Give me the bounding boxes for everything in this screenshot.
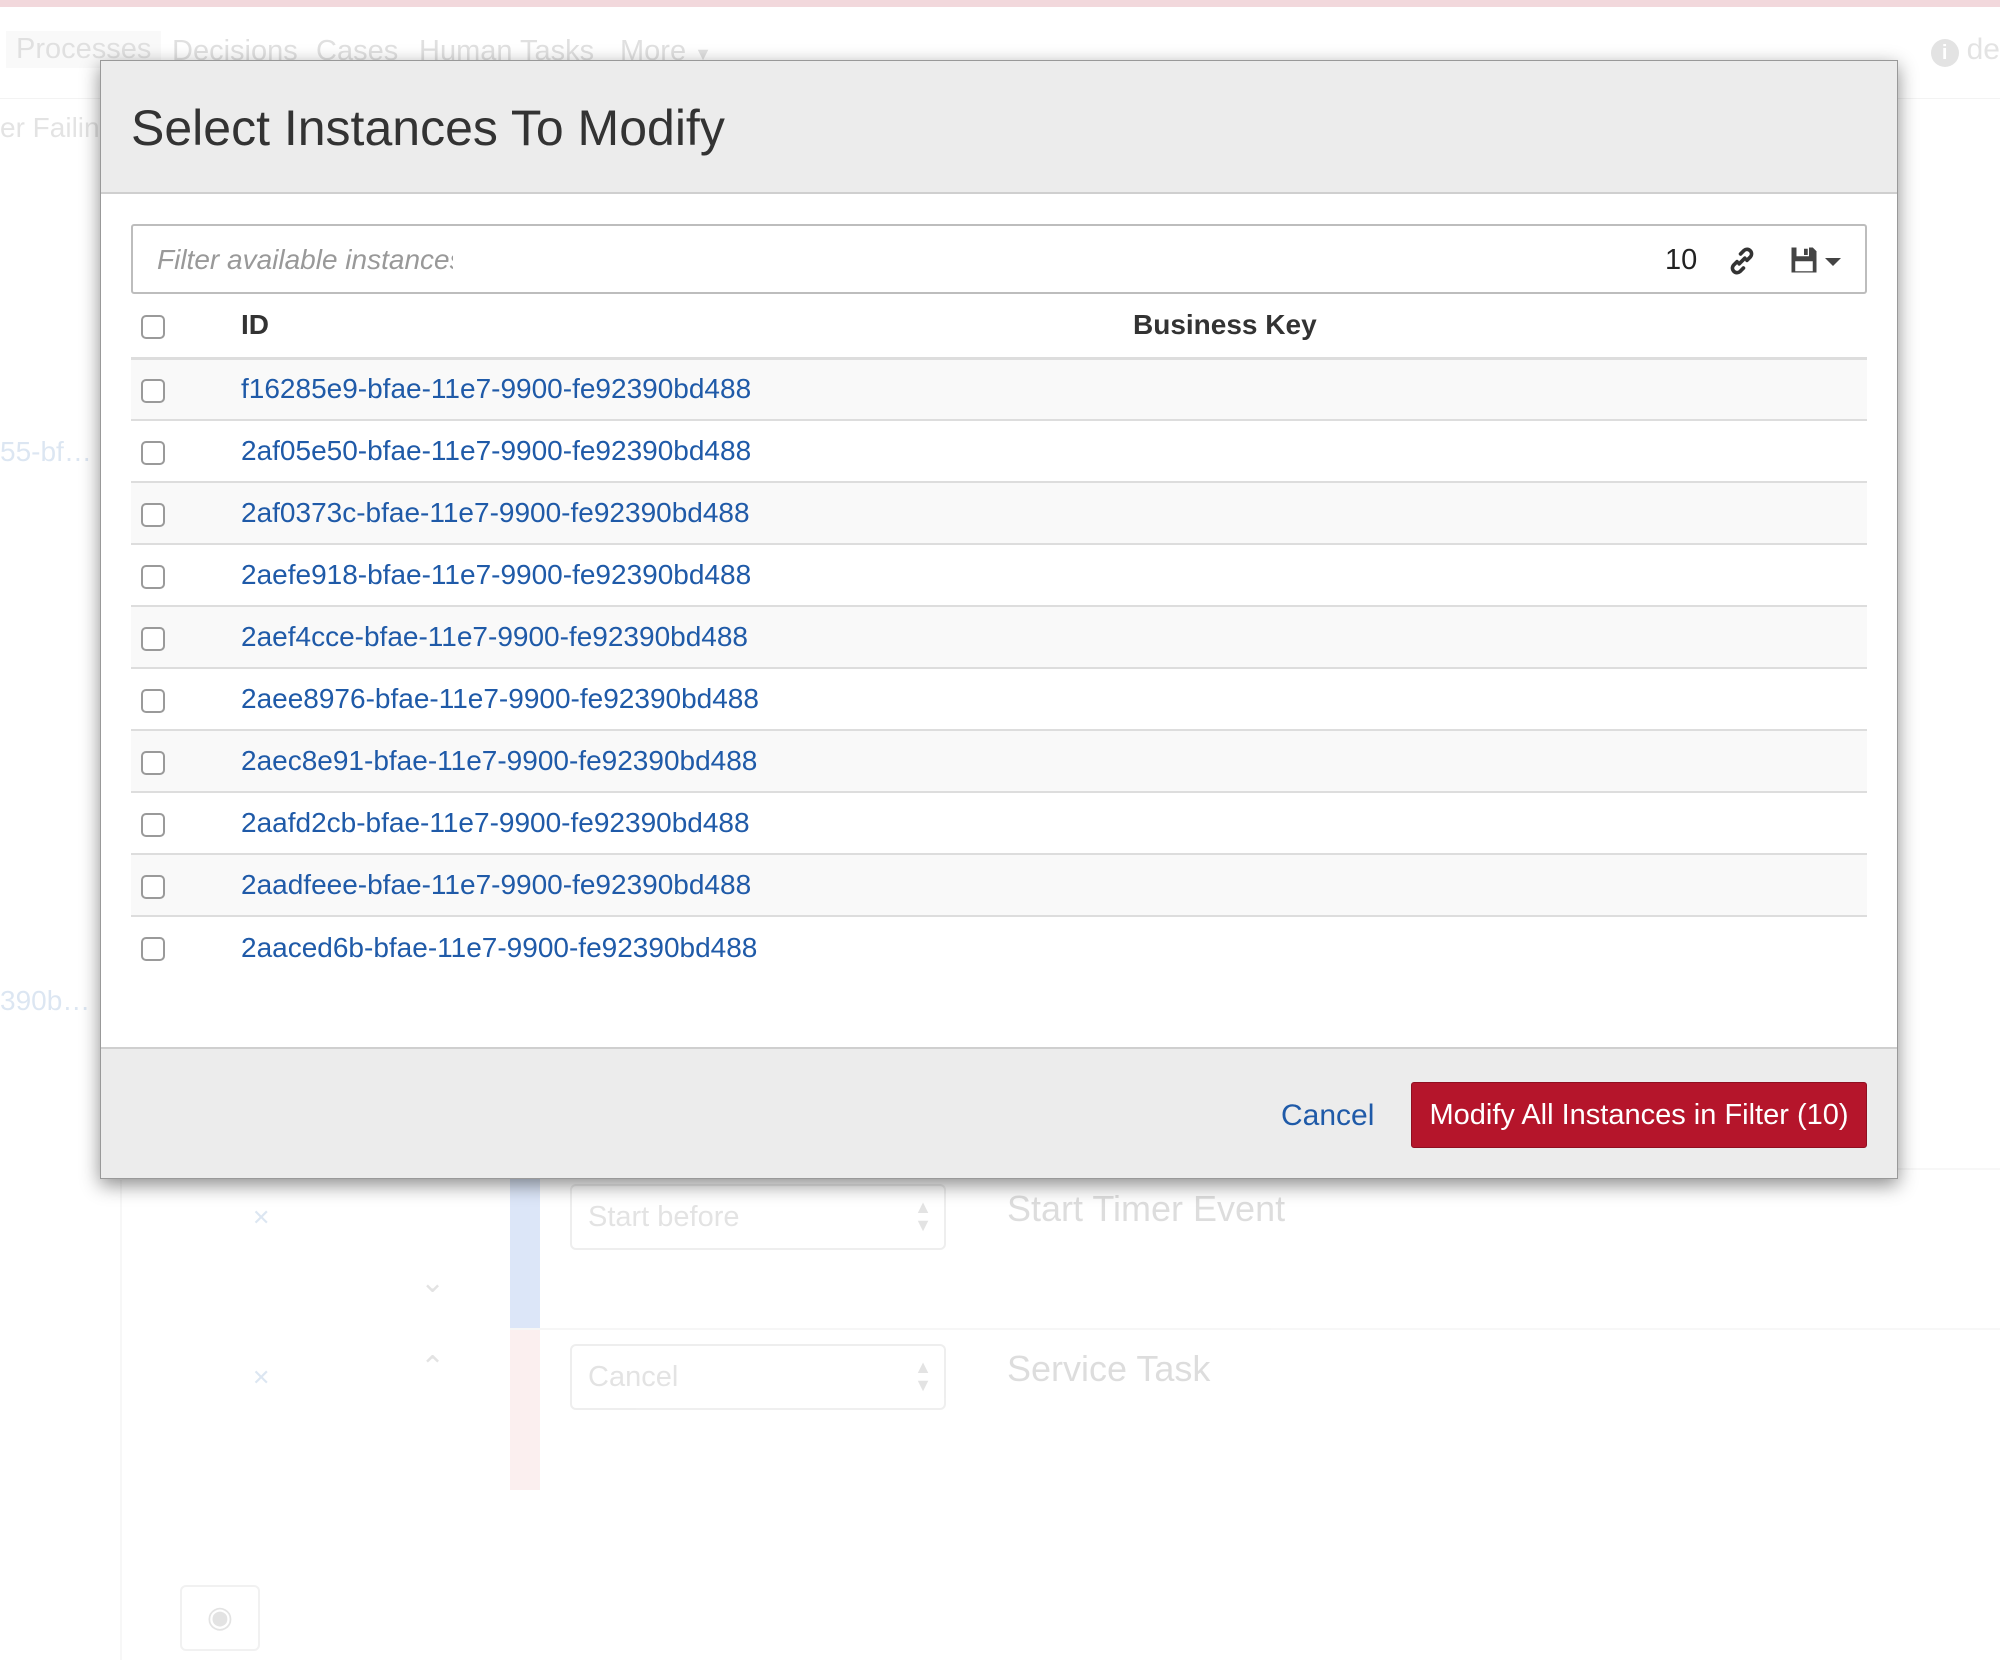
select-all-checkbox[interactable] bbox=[141, 314, 165, 339]
save-icon[interactable] bbox=[1789, 245, 1819, 275]
row-checkbox[interactable] bbox=[141, 688, 165, 713]
instance-id-cell: 2aef4cce-bfae-11e7-9900-fe92390bd488 bbox=[241, 605, 1133, 668]
business-key-column-header[interactable]: Business Key bbox=[1133, 294, 1867, 360]
table-row[interactable]: 2aec8e91-bfae-11e7-9900-fe92390bd488 bbox=[131, 729, 1867, 792]
row-checkbox-cell bbox=[131, 605, 241, 668]
filter-result-count: 10 bbox=[1665, 244, 1698, 276]
modal-footer: Cancel Modify All Instances in Filter (1… bbox=[101, 1047, 1897, 1178]
business-key-cell bbox=[1133, 915, 1867, 978]
instance-id-cell: 2aafd2cb-bfae-11e7-9900-fe92390bd488 bbox=[241, 791, 1133, 854]
business-key-cell bbox=[1133, 853, 1867, 916]
table-row[interactable]: 2aafd2cb-bfae-11e7-9900-fe92390bd488 bbox=[131, 791, 1867, 854]
instance-id-cell: 2aefe918-bfae-11e7-9900-fe92390bd488 bbox=[241, 543, 1133, 606]
row-checkbox[interactable] bbox=[141, 378, 165, 403]
instance-id-link[interactable]: f16285e9-bfae-11e7-9900-fe92390bd488 bbox=[241, 373, 751, 404]
link-icon[interactable] bbox=[1725, 244, 1759, 278]
table-row[interactable]: 2aefe918-bfae-11e7-9900-fe92390bd488 bbox=[131, 543, 1867, 606]
instance-id-cell: 2af0373c-bfae-11e7-9900-fe92390bd488 bbox=[241, 481, 1133, 544]
row-checkbox-cell bbox=[131, 853, 241, 916]
caret-down-icon[interactable] bbox=[1825, 258, 1841, 266]
table-row[interactable]: 2aef4cce-bfae-11e7-9900-fe92390bd488 bbox=[131, 605, 1867, 668]
row-checkbox-cell bbox=[131, 915, 241, 978]
business-key-cell bbox=[1133, 481, 1867, 544]
row-checkbox[interactable] bbox=[141, 440, 165, 465]
instance-id-cell: 2aaced6b-bfae-11e7-9900-fe92390bd488 bbox=[241, 915, 1133, 978]
instance-id-link[interactable]: 2aadfeee-bfae-11e7-9900-fe92390bd488 bbox=[241, 869, 751, 900]
business-key-cell bbox=[1133, 543, 1867, 606]
instance-id-link[interactable]: 2aafd2cb-bfae-11e7-9900-fe92390bd488 bbox=[241, 807, 750, 838]
instance-id-link[interactable]: 2af0373c-bfae-11e7-9900-fe92390bd488 bbox=[241, 497, 750, 528]
table-row[interactable]: 2aee8976-bfae-11e7-9900-fe92390bd488 bbox=[131, 667, 1867, 730]
select-all-cell bbox=[131, 294, 241, 360]
table-row[interactable]: 2af0373c-bfae-11e7-9900-fe92390bd488 bbox=[131, 481, 1867, 544]
instance-id-link[interactable]: 2aee8976-bfae-11e7-9900-fe92390bd488 bbox=[241, 683, 759, 714]
business-key-cell bbox=[1133, 358, 1867, 420]
instance-id-cell: 2aadfeee-bfae-11e7-9900-fe92390bd488 bbox=[241, 853, 1133, 916]
instance-id-link[interactable]: 2aefe918-bfae-11e7-9900-fe92390bd488 bbox=[241, 559, 751, 590]
row-checkbox[interactable] bbox=[141, 750, 165, 775]
cancel-button[interactable]: Cancel bbox=[1281, 1099, 1374, 1133]
instance-filter-bar: 10 bbox=[131, 224, 1867, 294]
row-checkbox[interactable] bbox=[141, 502, 165, 527]
instance-id-link[interactable]: 2aef4cce-bfae-11e7-9900-fe92390bd488 bbox=[241, 621, 748, 652]
modal-body: 10 ID bbox=[131, 224, 1867, 978]
row-checkbox[interactable] bbox=[141, 874, 165, 899]
instances-table: ID Business Key f16285e9-bfae-11e7-9900-… bbox=[131, 294, 1867, 978]
row-checkbox[interactable] bbox=[141, 812, 165, 837]
instance-id-cell: 2af05e50-bfae-11e7-9900-fe92390bd488 bbox=[241, 419, 1133, 482]
instance-id-cell: f16285e9-bfae-11e7-9900-fe92390bd488 bbox=[241, 358, 1133, 420]
table-row[interactable]: 2aaced6b-bfae-11e7-9900-fe92390bd488 bbox=[131, 915, 1867, 978]
row-checkbox-cell bbox=[131, 419, 241, 482]
table-header-row: ID Business Key bbox=[131, 294, 1867, 360]
select-instances-modal: Select Instances To Modify 10 bbox=[100, 60, 1898, 1179]
instances-table-body: f16285e9-bfae-11e7-9900-fe92390bd488 2af0… bbox=[131, 358, 1867, 978]
instance-id-link[interactable]: 2aec8e91-bfae-11e7-9900-fe92390bd488 bbox=[241, 745, 757, 776]
table-row[interactable]: 2aadfeee-bfae-11e7-9900-fe92390bd488 bbox=[131, 853, 1867, 916]
row-checkbox-cell bbox=[131, 791, 241, 854]
instance-id-link[interactable]: 2af05e50-bfae-11e7-9900-fe92390bd488 bbox=[241, 435, 751, 466]
row-checkbox[interactable] bbox=[141, 937, 165, 962]
instance-id-link[interactable]: 2aaced6b-bfae-11e7-9900-fe92390bd488 bbox=[241, 932, 757, 963]
filter-input[interactable] bbox=[155, 240, 455, 280]
row-checkbox-cell bbox=[131, 667, 241, 730]
business-key-cell bbox=[1133, 605, 1867, 668]
table-row[interactable]: 2af05e50-bfae-11e7-9900-fe92390bd488 bbox=[131, 419, 1867, 482]
id-column-header[interactable]: ID bbox=[241, 294, 1133, 360]
row-checkbox-cell bbox=[131, 358, 241, 420]
instance-id-cell: 2aee8976-bfae-11e7-9900-fe92390bd488 bbox=[241, 667, 1133, 730]
instance-id-cell: 2aec8e91-bfae-11e7-9900-fe92390bd488 bbox=[241, 729, 1133, 792]
business-key-cell bbox=[1133, 791, 1867, 854]
business-key-cell bbox=[1133, 667, 1867, 730]
row-checkbox-cell bbox=[131, 481, 241, 544]
modal-header: Select Instances To Modify bbox=[101, 61, 1897, 194]
modal-title: Select Instances To Modify bbox=[131, 100, 725, 156]
modify-all-instances-button[interactable]: Modify All Instances in Filter (10) bbox=[1411, 1082, 1867, 1148]
table-row[interactable]: f16285e9-bfae-11e7-9900-fe92390bd488 bbox=[131, 358, 1867, 420]
row-checkbox-cell bbox=[131, 543, 241, 606]
row-checkbox-cell bbox=[131, 729, 241, 792]
row-checkbox[interactable] bbox=[141, 626, 165, 651]
row-checkbox[interactable] bbox=[141, 564, 165, 589]
business-key-cell bbox=[1133, 419, 1867, 482]
business-key-cell bbox=[1133, 729, 1867, 792]
